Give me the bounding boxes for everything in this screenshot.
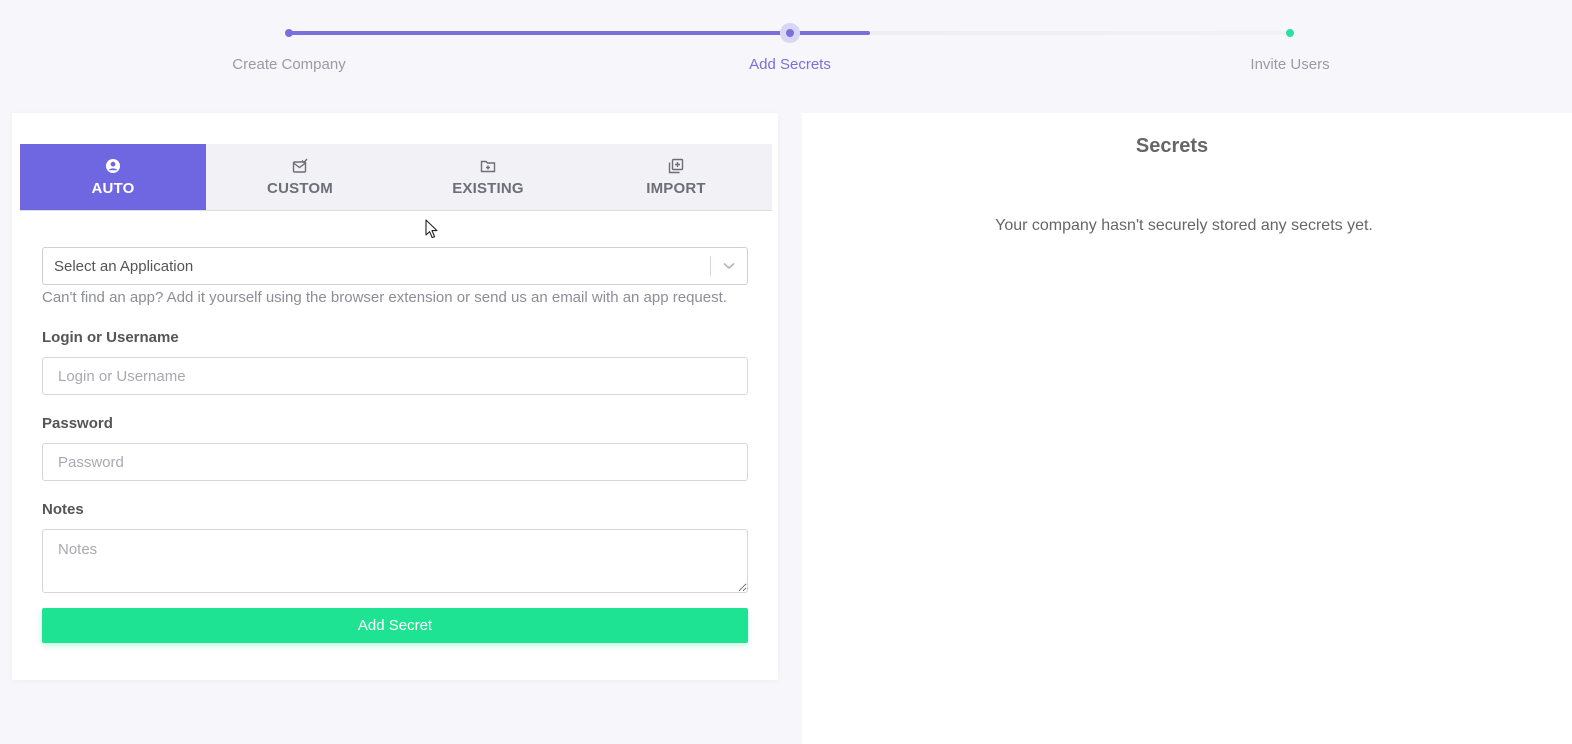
mouse-pointer-icon: [425, 219, 438, 239]
envelope-check-icon: [292, 158, 308, 174]
login-input[interactable]: [42, 357, 748, 395]
tab-auto-label: AUTO: [91, 179, 135, 197]
notes-label: Notes: [42, 501, 84, 518]
tab-custom[interactable]: CUSTOM: [206, 144, 394, 210]
password-label: Password: [42, 415, 113, 432]
secrets-panel: Secrets Your company hasn't securely sto…: [802, 113, 1572, 744]
chevron-down-icon[interactable]: [711, 262, 747, 270]
secrets-title: Secrets: [1135, 135, 1209, 157]
progress-stepper: Create Company Add Secrets Invite Users: [0, 0, 1572, 100]
tab-existing-label: EXISTING: [452, 179, 524, 197]
import-icon: [668, 158, 684, 174]
tab-custom-label: CUSTOM: [267, 179, 333, 197]
application-helper-text: Can't find an app? Add it yourself using…: [42, 289, 727, 306]
secrets-empty-message: Your company hasn't securely stored any …: [995, 217, 1373, 234]
add-secret-button[interactable]: Add Secret: [42, 608, 748, 643]
step-dot-create-company[interactable]: [285, 29, 293, 37]
application-select-value: Select an Application: [54, 257, 194, 275]
step-dot-add-secrets[interactable]: [786, 29, 794, 37]
secret-type-tabs: AUTO CUSTOM EXISTING IMPORT: [20, 144, 772, 211]
application-select[interactable]: Select an Application: [42, 247, 748, 285]
tab-auto[interactable]: AUTO: [20, 144, 206, 210]
notes-textarea[interactable]: [42, 529, 748, 593]
folder-plus-icon: [480, 158, 496, 174]
user-circle-icon: [105, 158, 121, 174]
step-label-create-company[interactable]: Create Company: [232, 56, 345, 73]
add-secret-panel: AUTO CUSTOM EXISTING IMPORT Select an Ap…: [12, 113, 778, 680]
step-label-add-secrets[interactable]: Add Secrets: [749, 56, 831, 73]
stepper-progress-fill: [290, 31, 870, 35]
step-label-invite-users[interactable]: Invite Users: [1250, 56, 1329, 73]
step-dot-invite-users[interactable]: [1286, 29, 1294, 37]
password-input[interactable]: [42, 443, 748, 481]
login-label: Login or Username: [42, 329, 179, 346]
tab-import[interactable]: IMPORT: [582, 144, 770, 210]
tab-import-label: IMPORT: [646, 179, 706, 197]
tab-existing[interactable]: EXISTING: [394, 144, 582, 210]
